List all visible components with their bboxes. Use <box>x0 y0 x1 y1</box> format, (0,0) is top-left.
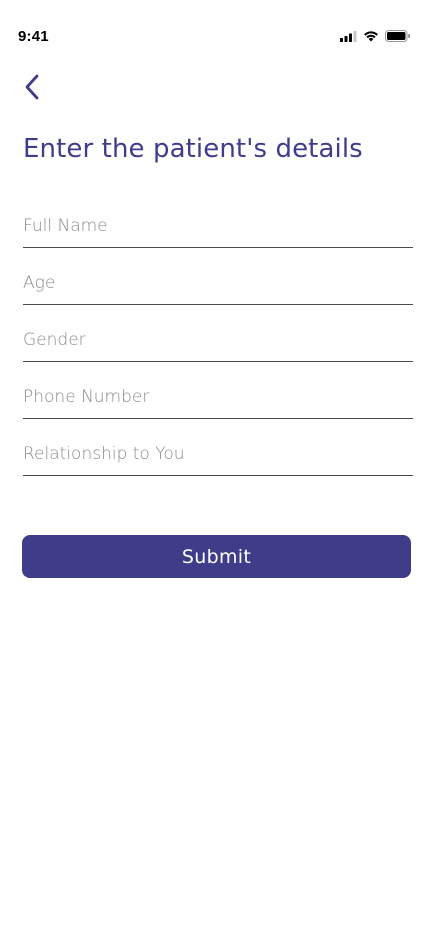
phone-number-field-container <box>23 376 413 433</box>
phone-number-input[interactable] <box>23 376 413 419</box>
status-time: 9:41 <box>18 28 49 45</box>
age-field-container <box>23 262 413 319</box>
age-input[interactable] <box>23 262 413 305</box>
relationship-input[interactable] <box>23 433 413 476</box>
status-bar: 9:41 <box>0 0 430 60</box>
relationship-field-container <box>23 433 413 490</box>
chevron-left-icon <box>24 74 40 105</box>
gender-input[interactable] <box>23 319 413 362</box>
status-icons <box>340 29 411 47</box>
full-name-field-container <box>23 205 413 262</box>
gender-field-container <box>23 319 413 376</box>
cellular-signal-icon <box>340 29 357 47</box>
battery-icon <box>385 29 411 47</box>
wifi-icon <box>363 29 379 47</box>
patient-details-form <box>23 205 413 490</box>
full-name-input[interactable] <box>23 205 413 248</box>
page-title: Enter the patient's details <box>23 134 363 164</box>
back-button[interactable] <box>16 72 48 106</box>
submit-button[interactable]: Submit <box>22 535 411 578</box>
